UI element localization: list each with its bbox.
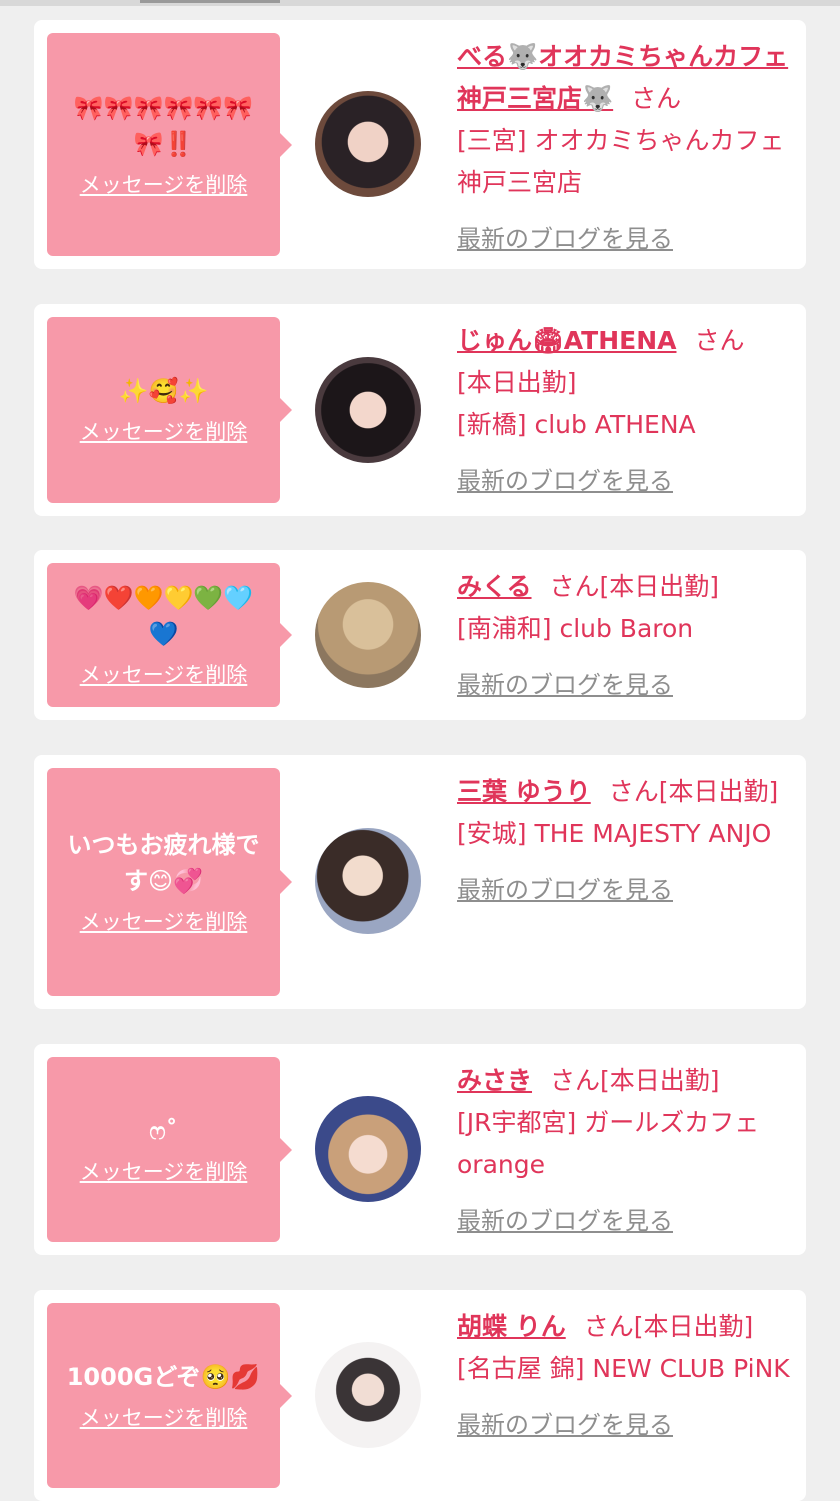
- honorific: さん: [549, 572, 600, 601]
- cast-name-link[interactable]: 胡蝶 りん: [457, 1312, 566, 1341]
- latest-blog-link[interactable]: 最新のブログを見る: [457, 218, 673, 260]
- message-bubble: いつもお疲れ様です😊💞 メッセージを削除: [47, 768, 292, 996]
- delete-message-link[interactable]: メッセージを削除: [80, 660, 248, 690]
- work-status: [本日出勤]: [633, 1312, 754, 1341]
- honorific: さん: [694, 326, 745, 355]
- cast-name-link[interactable]: 三葉 ゆうり: [457, 777, 591, 806]
- message-text: ✨🥰✨: [118, 377, 209, 405]
- avatar[interactable]: [315, 357, 421, 463]
- message-card: ෆ˚ メッセージを削除 みさき さん[本日出勤] [JR宇都宮] ガールズカフェ …: [34, 1044, 806, 1255]
- cast-name-link[interactable]: じゅん🏟ATHENA: [457, 326, 676, 355]
- cast-info: 胡蝶 りん さん[本日出勤] [名古屋 錦] NEW CLUB PiNK 最新のブ…: [457, 1306, 792, 1446]
- work-status: [本日出勤]: [600, 1066, 720, 1095]
- shop-name: [名古屋 錦] NEW CLUB PiNK: [457, 1354, 790, 1383]
- avatar[interactable]: [315, 828, 421, 934]
- cast-info: べる🐺オオカミちゃんカフェ神戸三宮店🐺 さん [三宮] オオカミちゃんカフェ神戸三…: [457, 36, 792, 260]
- latest-blog-link[interactable]: 最新のブログを見る: [457, 1404, 673, 1446]
- avatar[interactable]: [315, 91, 421, 197]
- shop-name: [JR宇都宮] ガールズカフェ orange: [457, 1108, 760, 1179]
- work-status: [本日出勤]: [457, 368, 577, 397]
- message-card: いつもお疲れ様です😊💞 メッセージを削除 三葉 ゆうり さん[本日出勤] [安城]…: [34, 755, 806, 1009]
- avatar[interactable]: [315, 1096, 421, 1202]
- delete-message-link[interactable]: メッセージを削除: [80, 170, 248, 200]
- delete-message-link[interactable]: メッセージを削除: [80, 1403, 248, 1433]
- cast-info: 三葉 ゆうり さん[本日出勤] [安城] THE MAJESTY ANJO 最新の…: [457, 771, 792, 911]
- message-text: 🎀🎀🎀🎀🎀🎀🎀‼️: [73, 93, 254, 158]
- message-text: 💗❤️🧡💛💚🩵💙: [73, 584, 254, 648]
- shop-name: [南浦和] club Baron: [457, 614, 694, 643]
- cast-info: じゅん🏟ATHENA さん [本日出勤] [新橋] club ATHENA 最新の…: [457, 320, 792, 502]
- message-text: ෆ˚: [149, 1116, 178, 1145]
- cast-name-link[interactable]: みくる: [457, 572, 532, 601]
- cast-name-link[interactable]: みさき: [457, 1066, 532, 1095]
- message-bubble: ✨🥰✨ メッセージを削除: [47, 317, 292, 503]
- work-status: [本日出勤]: [658, 777, 779, 806]
- message-bubble: 💗❤️🧡💛💚🩵💙 メッセージを削除: [47, 563, 292, 707]
- latest-blog-link[interactable]: 最新のブログを見る: [457, 460, 673, 502]
- honorific: さん: [608, 777, 659, 806]
- message-text: 1000Gどぞ🥺💋: [66, 1362, 261, 1391]
- message-text: いつもお疲れ様です😊💞: [67, 831, 260, 895]
- cast-info: みくる さん[本日出勤] [南浦和] club Baron 最新のブログを見る: [457, 566, 792, 706]
- scroll-indicator-thumb: [140, 0, 280, 3]
- honorific: さん: [631, 84, 682, 113]
- message-bubble: ෆ˚ メッセージを削除: [47, 1057, 292, 1242]
- message-card: ✨🥰✨ メッセージを削除 じゅん🏟ATHENA さん [本日出勤] [新橋] cl…: [34, 304, 806, 516]
- latest-blog-link[interactable]: 最新のブログを見る: [457, 869, 673, 911]
- delete-message-link[interactable]: メッセージを削除: [80, 907, 248, 937]
- cast-info: みさき さん[本日出勤] [JR宇都宮] ガールズカフェ orange 最新のブロ…: [457, 1060, 792, 1242]
- work-status: [本日出勤]: [599, 572, 720, 601]
- message-bubble: 🎀🎀🎀🎀🎀🎀🎀‼️ メッセージを削除: [47, 33, 292, 256]
- scroll-indicator: [0, 0, 840, 6]
- latest-blog-link[interactable]: 最新のブログを見る: [457, 1200, 673, 1242]
- message-card: 1000Gどぞ🥺💋 メッセージを削除 胡蝶 りん さん[本日出勤] [名古屋 錦]…: [34, 1290, 806, 1501]
- message-card: 💗❤️🧡💛💚🩵💙 メッセージを削除 みくる さん[本日出勤] [南浦和] club…: [34, 550, 806, 720]
- message-card: 🎀🎀🎀🎀🎀🎀🎀‼️ メッセージを削除 べる🐺オオカミちゃんカフェ神戸三宮店🐺 さん…: [34, 20, 806, 269]
- avatar[interactable]: [315, 1342, 421, 1448]
- honorific: さん: [550, 1066, 601, 1095]
- cast-name-link[interactable]: べる🐺オオカミちゃんカフェ神戸三宮店🐺: [457, 42, 788, 113]
- shop-name: [新橋] club ATHENA: [457, 410, 696, 439]
- delete-message-link[interactable]: メッセージを削除: [80, 417, 248, 447]
- honorific: さん: [583, 1312, 634, 1341]
- avatar[interactable]: [315, 582, 421, 688]
- shop-name: [三宮] オオカミちゃんカフェ神戸三宮店: [457, 126, 785, 197]
- shop-name: [安城] THE MAJESTY ANJO: [457, 819, 772, 848]
- latest-blog-link[interactable]: 最新のブログを見る: [457, 664, 673, 706]
- delete-message-link[interactable]: メッセージを削除: [80, 1157, 248, 1187]
- message-bubble: 1000Gどぞ🥺💋 メッセージを削除: [47, 1303, 292, 1488]
